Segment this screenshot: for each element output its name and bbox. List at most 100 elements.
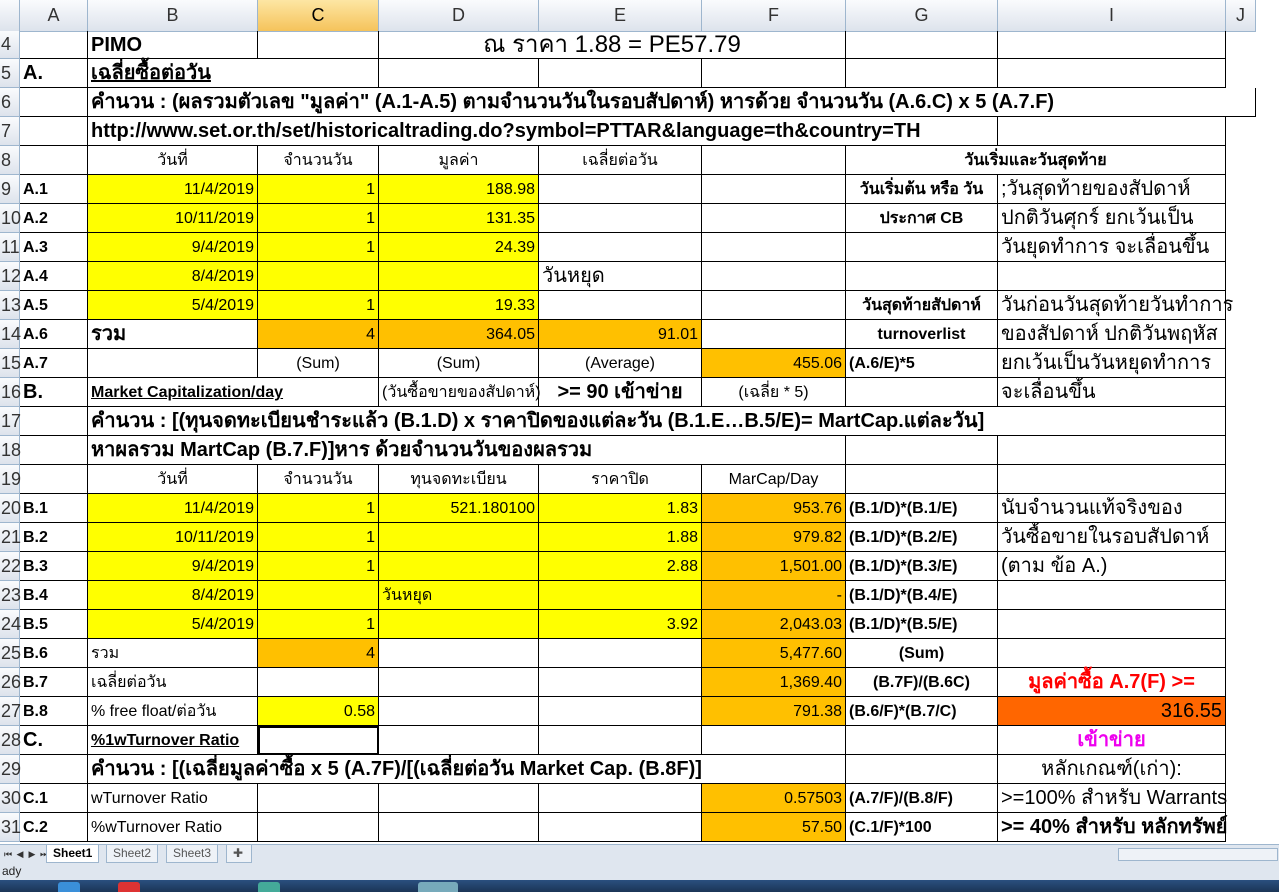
- cell-C9[interactable]: 1: [258, 175, 379, 204]
- cell-B13[interactable]: 5/4/2019: [88, 291, 258, 320]
- cell-G14[interactable]: turnoverlist: [846, 320, 998, 349]
- cell-I5[interactable]: [998, 59, 1226, 88]
- cell-D4[interactable]: ณ ราคา 1.88 = PE57.79: [379, 31, 846, 59]
- cell-F11[interactable]: [702, 233, 846, 262]
- cell-A15[interactable]: A.7: [20, 349, 88, 378]
- cell-B20[interactable]: 11/4/2019: [88, 494, 258, 523]
- cell-C28[interactable]: [258, 726, 379, 755]
- cell-B10[interactable]: 10/11/2019: [88, 204, 258, 233]
- cell-G8[interactable]: วันเริ่มและวันสุดท้าย: [846, 146, 1226, 175]
- row-header-12[interactable]: 12: [0, 262, 21, 291]
- row-header-17[interactable]: 17: [0, 407, 21, 436]
- cell-A30[interactable]: C.1: [20, 784, 88, 813]
- cell-A9[interactable]: A.1: [20, 175, 88, 204]
- cell-E28[interactable]: [539, 726, 702, 755]
- row-header-27[interactable]: 27: [0, 697, 21, 726]
- cell-I23[interactable]: [998, 581, 1226, 610]
- cell-F10[interactable]: [702, 204, 846, 233]
- cell-B11[interactable]: 9/4/2019: [88, 233, 258, 262]
- cell-G13[interactable]: วันสุดท้ายสัปดาห์: [846, 291, 998, 320]
- cell-E11[interactable]: [539, 233, 702, 262]
- row-header-11[interactable]: 11: [0, 233, 20, 262]
- cell-B28[interactable]: %1wTurnover Ratio: [88, 726, 258, 755]
- sheet-tab-2[interactable]: Sheet2: [106, 845, 159, 863]
- row-header-29[interactable]: 29: [0, 755, 21, 784]
- cell-A19[interactable]: [20, 465, 88, 494]
- cell-F22[interactable]: 1,501.00: [702, 552, 846, 581]
- cell-I28[interactable]: เข้าข่าย: [998, 726, 1226, 755]
- cell-B30[interactable]: wTurnover Ratio: [88, 784, 258, 813]
- cell-G12[interactable]: [846, 262, 998, 291]
- column-header-J[interactable]: J: [1226, 0, 1256, 32]
- cell-E24[interactable]: 3.92: [539, 610, 702, 639]
- cell-C15[interactable]: (Sum): [258, 349, 379, 378]
- excel-taskbar-icon[interactable]: [418, 882, 458, 892]
- cell-A26[interactable]: B.7: [20, 668, 88, 697]
- cell-G28[interactable]: [846, 726, 998, 755]
- cell-A17[interactable]: [20, 407, 88, 436]
- cell-D13[interactable]: 19.33: [379, 291, 539, 320]
- cell-A20[interactable]: B.1: [20, 494, 88, 523]
- row-header-22[interactable]: 22: [0, 552, 21, 581]
- cell-G27[interactable]: (B.6/F)*(B.7/C): [846, 697, 998, 726]
- cell-B5[interactable]: เฉลี่ยซื้อต่อวัน: [88, 59, 379, 88]
- cell-A6[interactable]: [20, 88, 88, 117]
- cell-I27[interactable]: 316.55: [998, 697, 1226, 726]
- cell-A5[interactable]: A.: [20, 59, 88, 88]
- cell-E26[interactable]: [539, 668, 702, 697]
- cell-B27[interactable]: % free float/ต่อวัน: [88, 697, 258, 726]
- cell-D26[interactable]: [379, 668, 539, 697]
- row-header-19[interactable]: 19: [0, 465, 21, 494]
- column-header-F[interactable]: F: [702, 0, 846, 32]
- cell-C25[interactable]: 4: [258, 639, 379, 668]
- cell-C13[interactable]: 1: [258, 291, 379, 320]
- cell-I31[interactable]: >= 40% สำหรับ หลักทรัพย์: [998, 813, 1228, 842]
- cell-A22[interactable]: B.3: [20, 552, 88, 581]
- cell-A10[interactable]: A.2: [20, 204, 88, 233]
- cell-D8[interactable]: มูลค่า: [379, 146, 539, 175]
- cell-D16[interactable]: (วันซื้อขายของสัปดาห์): [379, 378, 541, 407]
- cell-D15[interactable]: (Sum): [379, 349, 539, 378]
- cell-I16[interactable]: จะเลื่อนขึ้น: [998, 378, 1226, 407]
- cell-B19[interactable]: วันที่: [88, 465, 258, 494]
- cell-C8[interactable]: จำนวนวัน: [258, 146, 379, 175]
- cell-B9[interactable]: 11/4/2019: [88, 175, 258, 204]
- row-header-23[interactable]: 23: [0, 581, 21, 610]
- cell-A18[interactable]: [20, 436, 88, 465]
- cell-G19[interactable]: [846, 465, 998, 494]
- cell-F26[interactable]: 1,369.40: [702, 668, 846, 697]
- cell-D14[interactable]: 364.05: [379, 320, 539, 349]
- cell-B24[interactable]: 5/4/2019: [88, 610, 258, 639]
- column-header-B[interactable]: B: [88, 0, 258, 32]
- cell-G23[interactable]: (B.1/D)*(B.4/E): [846, 581, 998, 610]
- cell-I15[interactable]: ยกเว้นเป็นวันหยุดทำการ: [998, 349, 1226, 378]
- cell-B6[interactable]: คำนวน : (ผลรวมตัวเลข "มูลค่า" (A.1-A.5) …: [88, 88, 1256, 117]
- cell-D10[interactable]: 131.35: [379, 204, 539, 233]
- sheet-tab-3[interactable]: Sheet3: [166, 845, 219, 863]
- cell-E22[interactable]: 2.88: [539, 552, 702, 581]
- cell-F19[interactable]: MarCap/Day: [702, 465, 846, 494]
- cell-A27[interactable]: B.8: [20, 697, 88, 726]
- cell-D27[interactable]: [379, 697, 539, 726]
- row-header-18[interactable]: 18: [0, 436, 21, 465]
- cell-E12[interactable]: วันหยุด: [539, 262, 702, 291]
- cell-B31[interactable]: %wTurnover Ratio: [88, 813, 258, 842]
- cell-I21[interactable]: วันซื้อขายในรอบสัปดาห์: [998, 523, 1226, 552]
- row-header-31[interactable]: 31: [0, 813, 21, 842]
- cell-A25[interactable]: B.6: [20, 639, 88, 668]
- cell-A11[interactable]: A.3: [20, 233, 88, 262]
- cell-F25[interactable]: 5,477.60: [702, 639, 846, 668]
- cell-E10[interactable]: [539, 204, 702, 233]
- cell-I24[interactable]: [998, 610, 1226, 639]
- cell-B18[interactable]: หาผลรวม MartCap (B.7.F)]หาร ด้วยจำนวนวัน…: [88, 436, 846, 465]
- cell-A7[interactable]: [20, 117, 88, 146]
- cell-F30[interactable]: 0.57503: [702, 784, 846, 813]
- prev-sheet-icon[interactable]: ◀: [14, 847, 26, 861]
- row-header-10[interactable]: 10: [0, 204, 21, 233]
- cell-B16[interactable]: Market Capitalization/day: [88, 378, 379, 407]
- cell-F5[interactable]: [702, 59, 846, 88]
- row-header-24[interactable]: 24: [0, 610, 21, 639]
- cell-C20[interactable]: 1: [258, 494, 379, 523]
- cell-C26[interactable]: [258, 668, 379, 697]
- next-sheet-icon[interactable]: ▶: [26, 847, 38, 861]
